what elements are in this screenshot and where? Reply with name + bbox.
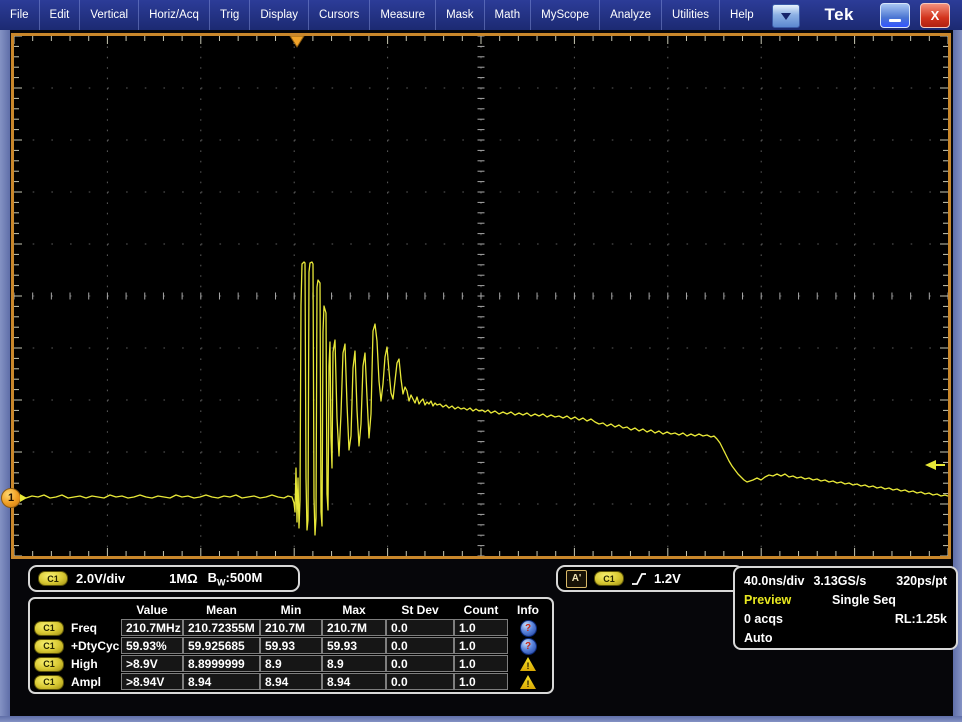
menu-item-cursors[interactable]: Cursors bbox=[309, 0, 370, 30]
sequence-mode: Single Seq bbox=[832, 593, 896, 607]
table-row: C1 High >8.9V 8.8999999 8.9 8.9 0.0 1.0 ! bbox=[31, 655, 552, 673]
menu-bar: File Edit Vertical Horiz/Acq Trig Displa… bbox=[0, 0, 962, 30]
cell-min: 8.94 bbox=[260, 673, 322, 690]
header-info: Info bbox=[508, 600, 548, 619]
measurement-label: Ampl bbox=[71, 675, 101, 689]
menu-item-math[interactable]: Math bbox=[485, 0, 532, 30]
bandwidth-label: BW:500M bbox=[208, 570, 263, 588]
table-row: C1 +DtyCyc 59.93% 59.925685 59.93 59.93 0… bbox=[31, 637, 552, 655]
header-stdev: St Dev bbox=[386, 600, 454, 619]
menu-item-file[interactable]: File bbox=[0, 0, 40, 30]
menu-item-mask[interactable]: Mask bbox=[436, 0, 484, 30]
channel-1-arrow-icon bbox=[20, 494, 27, 502]
info-question-icon[interactable]: ? bbox=[520, 638, 537, 655]
minimize-icon bbox=[889, 19, 901, 22]
header-value: Value bbox=[121, 600, 183, 619]
cell-value: >8.94V bbox=[121, 673, 183, 690]
tek-logo: Tek bbox=[824, 5, 854, 25]
chevron-down-icon bbox=[781, 13, 791, 20]
measurement-label: High bbox=[71, 657, 98, 671]
measurement-label: +DtyCyc bbox=[71, 639, 119, 653]
channel-badge: C1 bbox=[38, 571, 68, 586]
cell-max: 210.7M bbox=[322, 619, 386, 636]
menu-overflow-button[interactable] bbox=[772, 4, 800, 28]
menu-item-vertical[interactable]: Vertical bbox=[80, 0, 139, 30]
close-button[interactable]: X bbox=[920, 3, 950, 28]
window-frame-bottom bbox=[0, 716, 962, 722]
cell-mean: 8.94 bbox=[183, 673, 260, 690]
cell-value: 210.7MHz bbox=[121, 619, 183, 636]
resolution: 320ps/pt bbox=[896, 574, 947, 588]
channel-1-marker[interactable]: 1 bbox=[1, 488, 21, 508]
trigger-readout[interactable]: A' C1 1.2V bbox=[556, 565, 744, 592]
cell-min: 210.7M bbox=[260, 619, 322, 636]
cell-stdev: 0.0 bbox=[386, 637, 454, 654]
cell-stdev: 0.0 bbox=[386, 673, 454, 690]
cell-count: 1.0 bbox=[454, 619, 508, 636]
header-min: Min bbox=[260, 600, 322, 619]
menu-item-edit[interactable]: Edit bbox=[40, 0, 81, 30]
header-count: Count bbox=[454, 600, 508, 619]
waveform-plot bbox=[14, 36, 948, 556]
sample-rate: 3.13GS/s bbox=[813, 574, 866, 588]
cell-stdev: 0.0 bbox=[386, 619, 454, 636]
cell-max: 59.93 bbox=[322, 637, 386, 654]
cell-max: 8.94 bbox=[322, 673, 386, 690]
channel-readout[interactable]: C1 2.0V/div 1MΩ BW:500M bbox=[28, 565, 300, 592]
measurement-header-row: Value Mean Min Max St Dev Count Info bbox=[31, 600, 552, 619]
cell-stdev: 0.0 bbox=[386, 655, 454, 672]
window-frame-left bbox=[0, 30, 10, 722]
warning-icon[interactable]: ! bbox=[520, 657, 536, 671]
warning-icon[interactable]: ! bbox=[520, 675, 536, 689]
trigger-mode: Auto bbox=[744, 631, 772, 645]
channel-badge: C1 bbox=[34, 675, 64, 690]
menu-item-myscope[interactable]: MyScope bbox=[531, 0, 600, 30]
header-max: Max bbox=[322, 600, 386, 619]
header-mean: Mean bbox=[183, 600, 260, 619]
menu-item-trig[interactable]: Trig bbox=[210, 0, 250, 30]
measurement-table: Value Mean Min Max St Dev Count Info C1 F… bbox=[28, 597, 554, 694]
cell-min: 8.9 bbox=[260, 655, 322, 672]
menu-item-help[interactable]: Help bbox=[720, 0, 764, 30]
trigger-source-badge: A' bbox=[566, 570, 587, 588]
channel-1-marker-label: 1 bbox=[8, 492, 14, 504]
table-row: C1 Freq 210.7MHz 210.72355M 210.7M 210.7M… bbox=[31, 619, 552, 637]
timebase: 40.0ns/div bbox=[744, 574, 804, 588]
cell-count: 1.0 bbox=[454, 655, 508, 672]
channel-badge: C1 bbox=[34, 639, 64, 654]
trigger-channel-badge: C1 bbox=[594, 571, 624, 586]
minimize-button[interactable] bbox=[880, 3, 910, 28]
channel-badge: C1 bbox=[34, 621, 64, 636]
cell-count: 1.0 bbox=[454, 673, 508, 690]
cell-max: 8.9 bbox=[322, 655, 386, 672]
rising-edge-icon bbox=[631, 571, 647, 587]
cell-mean: 8.8999999 bbox=[183, 655, 260, 672]
cell-count: 1.0 bbox=[454, 637, 508, 654]
menu-item-analyze[interactable]: Analyze bbox=[600, 0, 662, 30]
info-question-icon[interactable]: ? bbox=[520, 620, 537, 637]
channel-badge: C1 bbox=[34, 657, 64, 672]
cell-value: >8.9V bbox=[121, 655, 183, 672]
menu-item-display[interactable]: Display bbox=[250, 0, 309, 30]
menu-item-utilities[interactable]: Utilities bbox=[662, 0, 720, 30]
acquisition-panel[interactable]: 40.0ns/div 3.13GS/s 320ps/pt Preview Sin… bbox=[733, 566, 958, 650]
acquisition-count: 0 acqs bbox=[744, 612, 783, 626]
input-impedance: 1MΩ bbox=[169, 571, 197, 586]
cell-min: 59.93 bbox=[260, 637, 322, 654]
close-icon: X bbox=[931, 8, 940, 23]
measurement-label: Freq bbox=[71, 621, 97, 635]
trigger-level: 1.2V bbox=[654, 571, 681, 586]
menu-item-horiz-acq[interactable]: Horiz/Acq bbox=[139, 0, 210, 30]
menu-item-measure[interactable]: Measure bbox=[370, 0, 436, 30]
table-row: C1 Ampl >8.94V 8.94 8.94 8.94 0.0 1.0 ! bbox=[31, 673, 552, 691]
acq-mode-status: Preview bbox=[744, 593, 832, 607]
record-length: RL:1.25k bbox=[895, 612, 947, 626]
waveform-display bbox=[11, 33, 951, 559]
cell-value: 59.93% bbox=[121, 637, 183, 654]
vertical-scale: 2.0V/div bbox=[76, 571, 125, 586]
oscilloscope-screen: File Edit Vertical Horiz/Acq Trig Displa… bbox=[0, 0, 962, 722]
cell-mean: 210.72355M bbox=[183, 619, 260, 636]
cell-mean: 59.925685 bbox=[183, 637, 260, 654]
